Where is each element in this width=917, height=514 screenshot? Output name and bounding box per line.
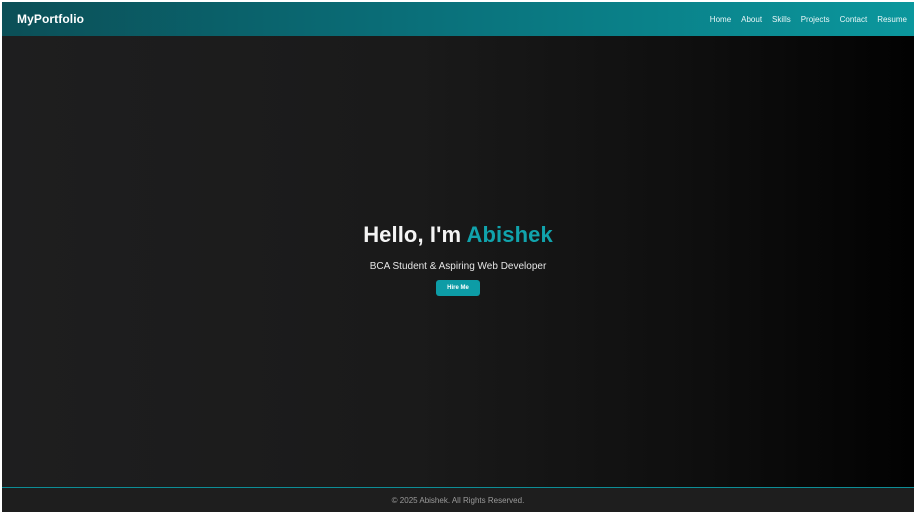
nav-links: Home About Skills Projects Contact Resum… [700, 15, 907, 24]
hero-section: Hello, I'm Abishek BCA Student & Aspirin… [2, 36, 914, 487]
hero-subtitle: BCA Student & Aspiring Web Developer [369, 261, 547, 272]
nav-link-projects[interactable]: Projects [801, 15, 830, 24]
nav-link-contact[interactable]: Contact [840, 15, 868, 24]
page-frame: MyPortfolio Home About Skills Projects C… [2, 2, 914, 512]
navbar: MyPortfolio Home About Skills Projects C… [2, 2, 914, 36]
footer: © 2025 Abishek. All Rights Reserved. [2, 487, 914, 512]
hero-name: Abishek [466, 222, 553, 247]
hero-title: Hello, I'm Abishek [2, 222, 914, 248]
nav-link-resume[interactable]: Resume [877, 15, 907, 24]
hero-greeting: Hello, I'm [363, 222, 467, 247]
footer-copyright: © 2025 Abishek. All Rights Reserved. [391, 495, 525, 505]
nav-link-skills[interactable]: Skills [772, 15, 791, 24]
brand-logo[interactable]: MyPortfolio [17, 12, 84, 26]
hero-content: Hello, I'm Abishek BCA Student & Aspirin… [2, 222, 914, 296]
hire-me-button[interactable]: Hire Me [436, 280, 480, 296]
nav-link-about[interactable]: About [741, 15, 762, 24]
nav-link-home[interactable]: Home [710, 15, 731, 24]
